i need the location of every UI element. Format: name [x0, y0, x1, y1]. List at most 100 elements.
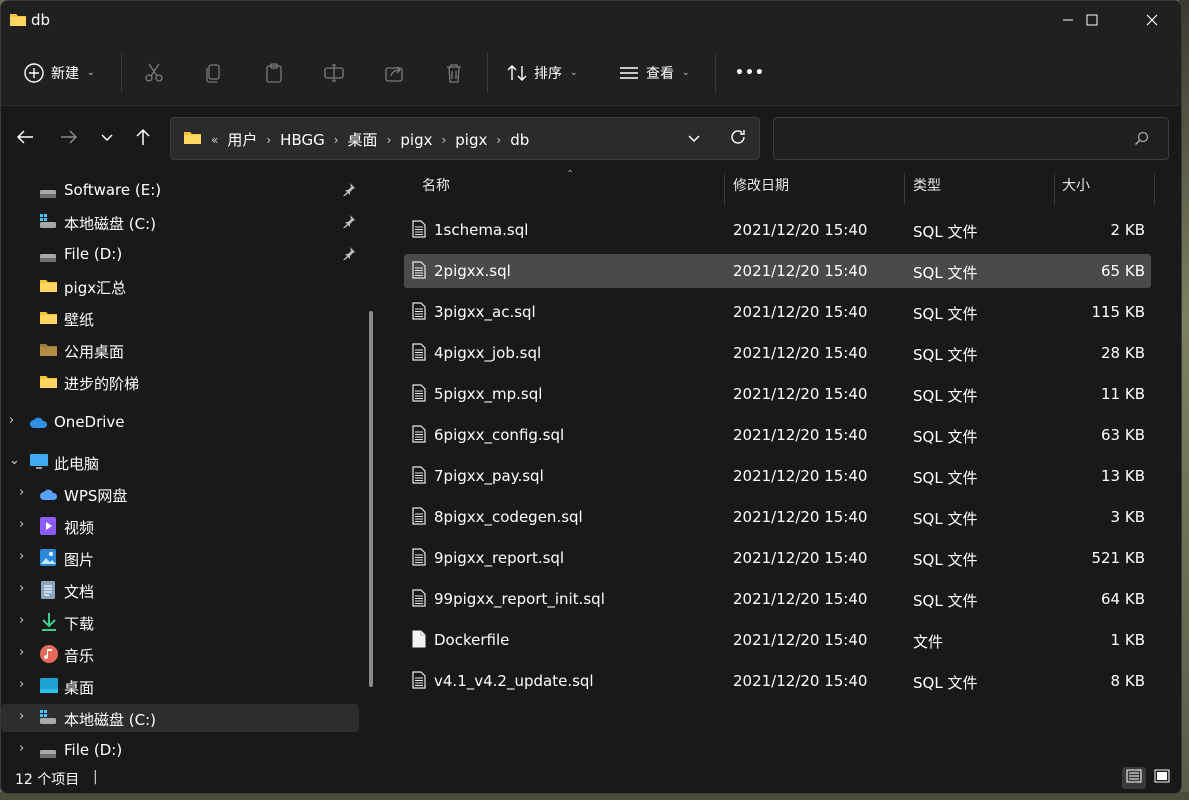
breadcrumb-item[interactable]: HBGG: [280, 131, 325, 149]
sidebar-item-wps-drive[interactable]: › WPS网盘: [1, 480, 359, 508]
breadcrumb-item[interactable]: pigx: [400, 131, 432, 149]
file-row[interactable]: 99pigxx_report_init.sql 2021/12/20 15:40 S…: [404, 582, 1151, 616]
view-button[interactable]: 查看 ⌄: [618, 59, 690, 87]
chevron-right-icon[interactable]: ›: [19, 517, 24, 532]
sidebar-item-local-disk-c[interactable]: 本地磁盘 (C:): [1, 208, 359, 236]
file-row[interactable]: 3pigxx_ac.sql 2021/12/20 15:40 SQL 文件 115 K…: [404, 295, 1151, 329]
sidebar-item-file-d[interactable]: File (D:): [1, 240, 359, 268]
status-bar: 12 个项目 |: [1, 763, 1181, 793]
address-dropdown-icon[interactable]: [687, 132, 701, 148]
file-row[interactable]: 4pigxx_job.sql 2021/12/20 15:40 SQL 文件 28 K…: [404, 336, 1151, 370]
breadcrumb-item[interactable]: 用户: [227, 129, 257, 150]
share-button[interactable]: [383, 59, 405, 87]
details-view-button[interactable]: [1122, 767, 1146, 789]
pin-icon[interactable]: [342, 246, 356, 264]
forward-button[interactable]: [55, 127, 83, 151]
large-icons-view-button[interactable]: [1150, 767, 1174, 789]
chevron-right-icon[interactable]: ›: [19, 613, 24, 628]
column-divider[interactable]: [1154, 173, 1155, 205]
chevron-right-icon[interactable]: ›: [19, 741, 24, 756]
sort-button[interactable]: 排序 ⌄: [506, 59, 578, 87]
file-row[interactable]: 1schema.sql 2021/12/20 15:40 SQL 文件 2 KB: [404, 213, 1151, 247]
sidebar-item-downloads[interactable]: › 下载: [1, 608, 359, 636]
address-bar[interactable]: « 用户 › HBGG › 桌面 › pigx › pigx › db: [170, 117, 760, 160]
sidebar-item-videos[interactable]: › 视频: [1, 512, 359, 540]
breadcrumb-overflow[interactable]: «: [211, 133, 218, 147]
column-divider[interactable]: [724, 173, 725, 205]
file-name: 99pigxx_report_init.sql: [434, 590, 605, 608]
file-row[interactable]: 5pigxx_mp.sql 2021/12/20 15:40 SQL 文件 11 KB: [404, 377, 1151, 411]
recent-locations-button[interactable]: [93, 127, 121, 151]
sql-file-icon: [412, 384, 426, 406]
chevron-down-icon: ⌄: [570, 68, 578, 78]
sidebar-item-label: pigx汇总: [64, 279, 127, 297]
file-row[interactable]: 2pigxx.sql 2021/12/20 15:40 SQL 文件 65 KB: [404, 254, 1151, 288]
large-icons-view-icon: [1154, 769, 1170, 787]
file-row[interactable]: Dockerfile 2021/12/20 15:40 文件 1 KB: [404, 623, 1151, 657]
sidebar-item-pictures[interactable]: › 图片: [1, 544, 359, 572]
sort-button-label: 排序: [534, 66, 562, 82]
sidebar-item-software-e[interactable]: Software (E:): [1, 176, 359, 204]
sidebar-scrollbar[interactable]: [369, 311, 373, 687]
sidebar-item-file-d-pc[interactable]: › File (D:): [1, 736, 359, 764]
sidebar-item-local-disk-c-pc[interactable]: › 本地磁盘 (C:): [1, 704, 359, 732]
search-box[interactable]: [773, 117, 1169, 160]
file-row[interactable]: 8pigxx_codegen.sql 2021/12/20 15:40 SQL 文件…: [404, 500, 1151, 534]
column-header-modified[interactable]: 修改日期: [733, 175, 789, 205]
file-row[interactable]: 7pigxx_pay.sql 2021/12/20 15:40 SQL 文件 13 K…: [404, 459, 1151, 493]
chevron-right-icon[interactable]: ›: [19, 581, 24, 596]
file-row[interactable]: 6pigxx_config.sql 2021/12/20 15:40 SQL 文件 6…: [404, 418, 1151, 452]
file-list-pane: ⌃ 名称 修改日期 类型 大小 1schema.sql 2021/12/20 15…: [386, 167, 1181, 763]
file-row[interactable]: 9pigxx_report.sql 2021/12/20 15:40 SQL 文件 5…: [404, 541, 1151, 575]
maximize-button[interactable]: [1069, 1, 1115, 39]
folder-icon: [39, 374, 58, 393]
view-list-icon: [618, 62, 640, 84]
breadcrumb: « 用户 › HBGG › 桌面 › pigx › pigx › db: [183, 129, 529, 150]
file-name: 1schema.sql: [434, 221, 529, 239]
sidebar-item-pigx-summary[interactable]: pigx汇总: [1, 272, 359, 300]
chevron-down-icon[interactable]: ⌄: [9, 453, 20, 468]
chevron-right-icon[interactable]: ›: [19, 645, 24, 660]
breadcrumb-item[interactable]: pigx: [455, 131, 487, 149]
chevron-right-icon[interactable]: ›: [19, 677, 24, 692]
delete-button[interactable]: [443, 59, 465, 87]
breadcrumb-item[interactable]: db: [510, 131, 529, 149]
chevron-right-icon[interactable]: ›: [19, 485, 24, 500]
column-divider[interactable]: [1054, 173, 1055, 205]
paste-button[interactable]: [263, 59, 285, 87]
pin-icon[interactable]: [342, 182, 356, 200]
copy-button[interactable]: [203, 59, 225, 87]
sidebar-item-this-pc[interactable]: ⌄ 此电脑: [1, 448, 359, 476]
cut-button[interactable]: [143, 59, 165, 87]
new-button[interactable]: 新建 ⌄: [23, 59, 95, 87]
chevron-right-icon[interactable]: ›: [9, 413, 14, 428]
sql-file-icon: [412, 261, 426, 283]
column-divider[interactable]: [904, 173, 905, 205]
column-header-size[interactable]: 大小: [1062, 175, 1090, 205]
close-button[interactable]: [1129, 1, 1175, 39]
sidebar-item-public-desktop[interactable]: 公用桌面: [1, 336, 359, 364]
sidebar-item-wallpaper[interactable]: 壁纸: [1, 304, 359, 332]
column-header-name[interactable]: 名称: [422, 175, 450, 205]
up-button[interactable]: [129, 127, 157, 151]
chevron-right-icon[interactable]: ›: [19, 549, 24, 564]
sidebar-item-desktop[interactable]: › 桌面: [1, 672, 359, 700]
chevron-right-icon[interactable]: ›: [19, 709, 24, 724]
picture-icon: [39, 548, 57, 571]
more-options-button[interactable]: •••: [735, 59, 765, 87]
chevron-right-icon: ›: [496, 132, 502, 147]
sidebar-item-progress-ladder[interactable]: 进步的阶梯: [1, 368, 359, 396]
column-header-type[interactable]: 类型: [913, 175, 941, 205]
breadcrumb-item[interactable]: 桌面: [348, 129, 378, 150]
search-input[interactable]: [784, 128, 1124, 150]
file-row[interactable]: v4.1_v4.2_update.sql 2021/12/20 15:40 SQL …: [404, 664, 1151, 698]
search-icon[interactable]: [1134, 131, 1150, 151]
back-button[interactable]: [11, 127, 39, 151]
pin-icon[interactable]: [342, 214, 356, 232]
sidebar-item-onedrive[interactable]: › OneDrive: [1, 408, 359, 436]
sidebar-item-music[interactable]: › 音乐: [1, 640, 359, 668]
sidebar-item-label: 图片: [64, 551, 95, 569]
refresh-icon[interactable]: [729, 128, 747, 150]
rename-button[interactable]: [323, 59, 345, 87]
sidebar-item-documents[interactable]: › 文档: [1, 576, 359, 604]
